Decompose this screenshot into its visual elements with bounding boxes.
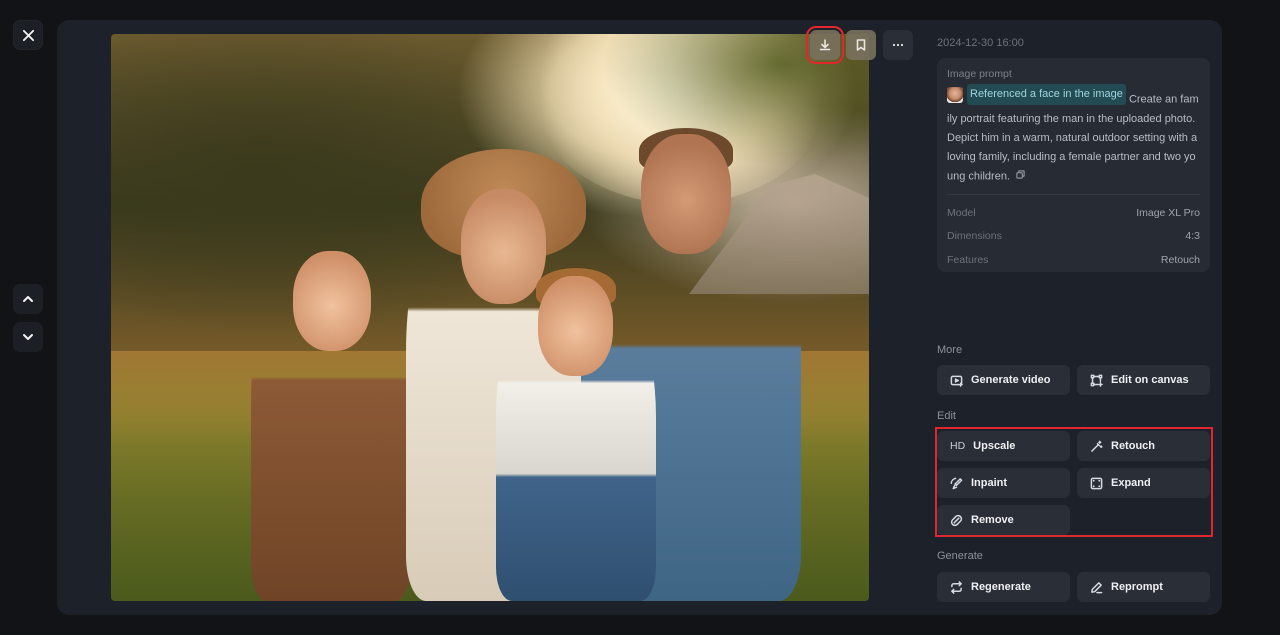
- close-icon: [22, 29, 34, 41]
- inpaint-button[interactable]: Inpaint: [937, 468, 1070, 498]
- meta-row-dimensions: Dimensions 4:3: [947, 224, 1200, 248]
- next-image-button[interactable]: [13, 322, 43, 352]
- prompt-text: Create an family portrait featuring the …: [947, 93, 1199, 182]
- download-button[interactable]: [806, 26, 844, 64]
- face-reference-chip[interactable]: Referenced a face in the image: [947, 84, 1126, 105]
- section-label-edit: Edit: [937, 410, 956, 422]
- meta-value: Image XL Pro: [1136, 206, 1200, 219]
- reprompt-button[interactable]: Reprompt: [1077, 572, 1210, 602]
- image-boy: [496, 266, 656, 601]
- regenerate-button[interactable]: Regenerate: [937, 572, 1070, 602]
- timestamp: 2024-12-30 16:00: [937, 37, 1024, 49]
- card-divider: [947, 193, 1200, 195]
- close-button[interactable]: [13, 20, 43, 50]
- inpaint-brush-icon: [950, 477, 963, 490]
- meta-value: Retouch: [1160, 253, 1200, 266]
- eraser-icon: [950, 514, 963, 527]
- video-plus-icon: [950, 374, 963, 387]
- image-girl: [251, 239, 411, 601]
- retouch-button[interactable]: Retouch: [1077, 431, 1210, 461]
- download-icon: [819, 39, 831, 51]
- inpaint-label: Inpaint: [971, 477, 1008, 489]
- bookmark-button[interactable]: [846, 30, 876, 60]
- generate-video-label: Generate video: [971, 374, 1051, 386]
- edit-on-canvas-button[interactable]: Edit on canvas: [1077, 365, 1210, 395]
- regenerate-icon: [950, 580, 963, 594]
- meta-value: 4:3: [1185, 230, 1200, 243]
- retouch-label: Retouch: [1111, 440, 1155, 452]
- pencil-icon: [1090, 581, 1103, 594]
- meta-key: Dimensions: [947, 230, 1002, 243]
- prompt-label: Image prompt: [947, 68, 1012, 80]
- remove-label: Remove: [971, 514, 1014, 526]
- meta-key: Features: [947, 253, 989, 266]
- bookmark-icon: [856, 39, 866, 51]
- copy-prompt-button[interactable]: [1016, 167, 1025, 186]
- meta-row-model: Model Image XL Pro: [947, 201, 1200, 225]
- image-detail-panel: 2024-12-30 16:00 Image prompt Referenced…: [57, 20, 1222, 615]
- magic-wand-icon: [1090, 440, 1103, 453]
- hd-icon: HD: [950, 440, 966, 452]
- prompt-text-block: Referenced a face in the image Create an…: [947, 84, 1200, 186]
- generated-image[interactable]: [111, 34, 869, 601]
- details-sidebar: 2024-12-30 16:00 Image prompt Referenced…: [935, 20, 1213, 615]
- regenerate-label: Regenerate: [971, 581, 1031, 593]
- section-label-more: More: [937, 344, 963, 356]
- previous-image-button[interactable]: [13, 284, 43, 314]
- remove-button[interactable]: Remove: [937, 505, 1070, 535]
- canvas-icon: [1090, 374, 1103, 387]
- face-reference-label: Referenced a face in the image: [967, 84, 1126, 105]
- copy-icon: [1016, 169, 1025, 179]
- face-reference-thumbnail: [947, 86, 963, 103]
- meta-key: Model: [947, 206, 976, 219]
- chevron-down-icon: [23, 334, 33, 340]
- generate-video-button[interactable]: Generate video: [937, 365, 1070, 395]
- more-horizontal-icon: [892, 43, 904, 47]
- section-label-generate: Generate: [937, 550, 983, 562]
- prompt-card: Image prompt Referenced a face in the im…: [937, 58, 1210, 272]
- meta-row-features: Features Retouch: [947, 248, 1200, 272]
- expand-button[interactable]: Expand: [1077, 468, 1210, 498]
- expand-icon: [1090, 477, 1103, 490]
- upscale-label: Upscale: [973, 440, 1016, 452]
- edit-on-canvas-label: Edit on canvas: [1111, 374, 1189, 386]
- reprompt-label: Reprompt: [1111, 581, 1163, 593]
- chevron-up-icon: [23, 296, 33, 302]
- more-options-button[interactable]: [883, 30, 913, 60]
- upscale-button[interactable]: HD Upscale: [937, 431, 1070, 461]
- expand-label: Expand: [1111, 477, 1151, 489]
